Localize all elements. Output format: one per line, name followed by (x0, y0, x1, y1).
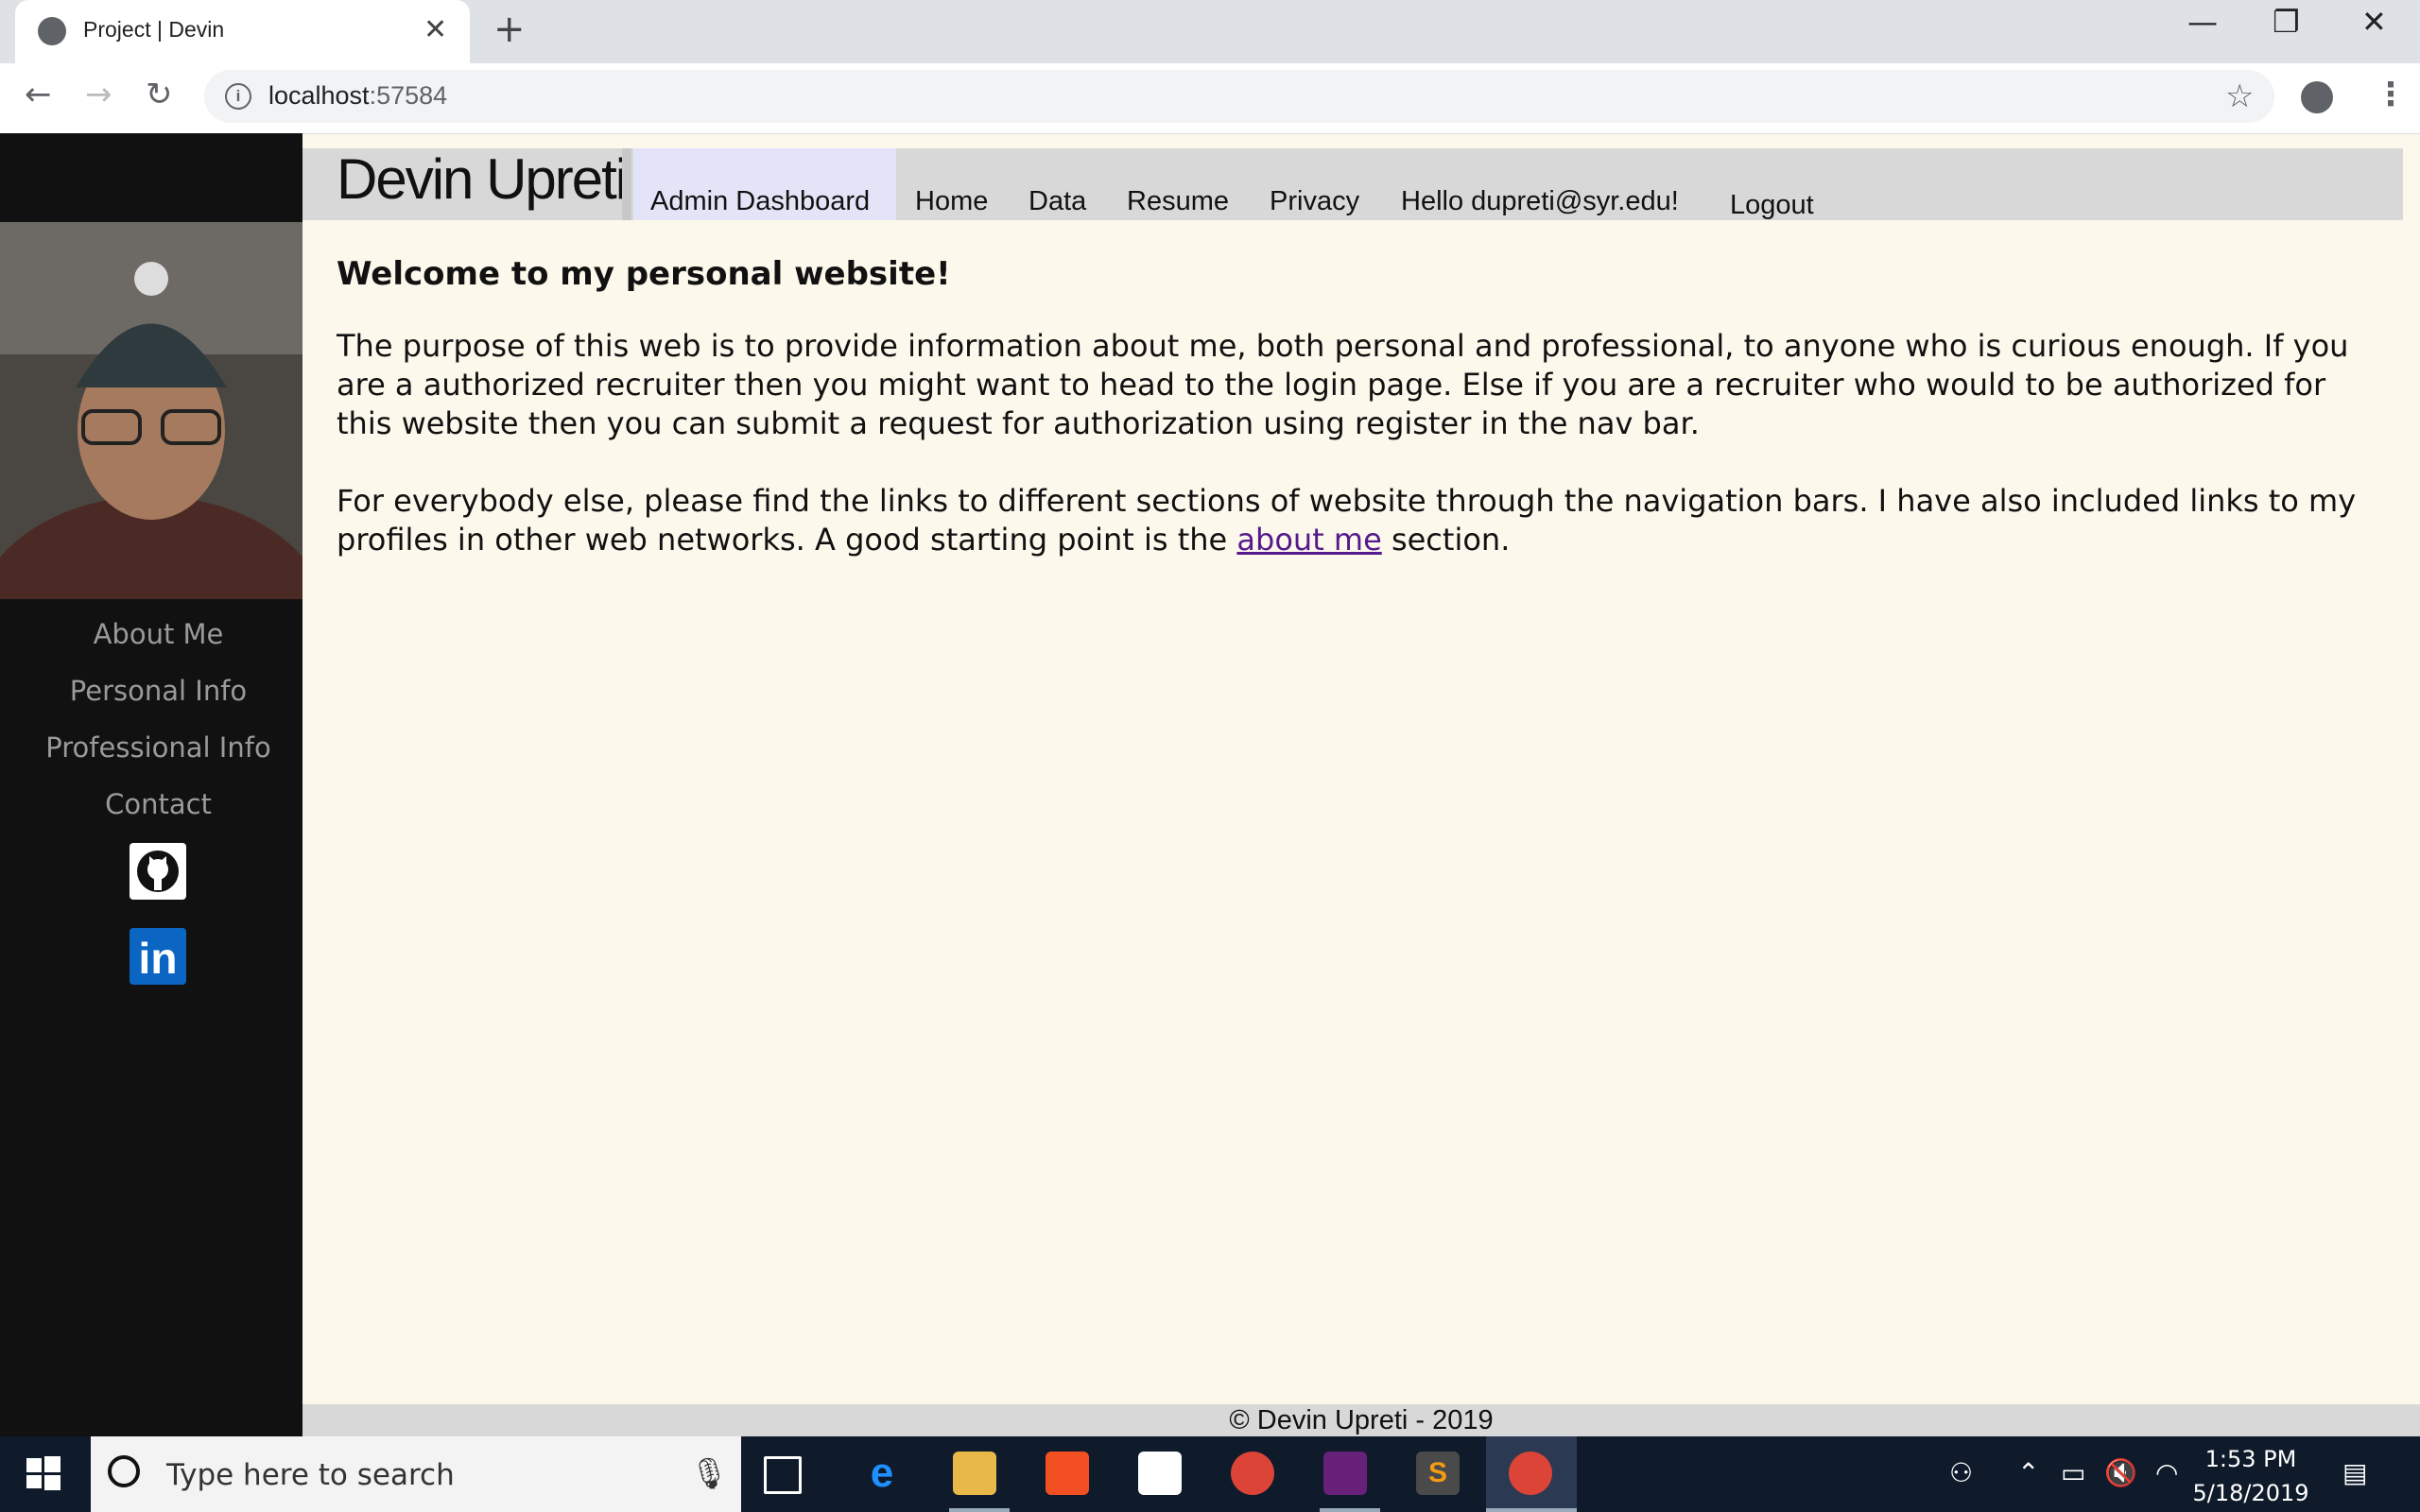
nav-resume[interactable]: Resume (1127, 186, 1229, 217)
volume-muted-icon[interactable]: 🔇 (2104, 1457, 2137, 1488)
nav-home[interactable]: Home (915, 186, 988, 217)
navigation-paragraph: For everybody else, please find the link… (337, 482, 2369, 559)
profile-photo (0, 222, 302, 599)
active-app-indicator (949, 1508, 1010, 1512)
nav-data[interactable]: Data (1028, 186, 1086, 217)
url-port: :57584 (369, 81, 448, 110)
profile-icon[interactable] (2301, 81, 2333, 113)
linkedin-icon[interactable]: in (130, 928, 186, 985)
battery-icon[interactable]: ▭ (2061, 1457, 2085, 1488)
windows-start-icon[interactable] (26, 1456, 60, 1490)
wifi-icon[interactable]: ◠ (2155, 1457, 2178, 1488)
chrome-icon[interactable] (1231, 1452, 1274, 1495)
bookmark-star-icon[interactable]: ☆ (2225, 77, 2254, 115)
tab-title: Project | Devin (83, 17, 225, 42)
address-bar[interactable] (204, 70, 2274, 123)
reload-button[interactable]: ↻ (146, 76, 173, 113)
restore-button[interactable]: ❐ (2273, 4, 2300, 40)
close-tab-icon[interactable]: ✕ (424, 13, 447, 46)
site-brand[interactable]: Devin Upreti (337, 146, 628, 212)
clock-date: 5/18/2019 (2192, 1480, 2309, 1506)
site-footer: © Devin Upreti - 2019 (302, 1404, 2420, 1436)
sidebar-link-about-me[interactable]: About Me (0, 618, 317, 650)
menu-icon[interactable]: ⋮ (2375, 76, 2407, 113)
notifications-icon[interactable]: ▤ (2342, 1457, 2367, 1488)
people-icon[interactable]: ⚇ (1949, 1457, 1973, 1488)
info-icon[interactable]: i (225, 83, 251, 110)
new-tab-button[interactable]: + (493, 8, 526, 51)
github-icon[interactable] (130, 843, 186, 900)
nav-admin-dashboard[interactable]: Admin Dashboard (650, 186, 870, 217)
mail-icon[interactable] (1138, 1452, 1182, 1495)
nav-logout[interactable]: Logout (1730, 190, 1814, 221)
sublime-icon[interactable]: S (1416, 1452, 1460, 1495)
intro-paragraph: The purpose of this web is to provide in… (337, 328, 2349, 441)
microphone-icon[interactable]: 🎙 (690, 1455, 729, 1491)
clock-time: 1:53 PM (2204, 1446, 2297, 1472)
chrome-icon[interactable] (1509, 1452, 1552, 1495)
taskbar-search-placeholder: Type here to search (166, 1458, 455, 1492)
sidebar-link-contact[interactable]: Contact (0, 788, 317, 820)
nav-hello-user[interactable]: Hello dupreti@syr.edu! (1401, 186, 1679, 217)
close-window-button[interactable]: ✕ (2361, 4, 2387, 40)
minimize-button[interactable]: — (2187, 4, 2218, 40)
taskbar-clock[interactable]: 1:53 PM 5/18/2019 (2189, 1442, 2312, 1510)
file-explorer-icon[interactable] (953, 1452, 996, 1495)
sidebar-link-professional-info[interactable]: Professional Info (0, 731, 317, 764)
url-host: localhost (268, 81, 370, 110)
visual-studio-icon[interactable] (1323, 1452, 1367, 1495)
sidebar-link-personal-info[interactable]: Personal Info (0, 675, 317, 707)
back-button[interactable]: ← (25, 76, 52, 113)
chevron-up-icon[interactable]: ⌃ (2017, 1457, 2039, 1488)
task-view-icon[interactable] (764, 1456, 802, 1494)
cortana-icon (108, 1455, 140, 1487)
page-heading: Welcome to my personal website! (337, 255, 951, 293)
active-app-indicator (1320, 1508, 1380, 1512)
globe-icon (38, 17, 66, 45)
paragraph-text-end: section. (1381, 522, 1511, 558)
forward-button[interactable]: → (85, 76, 112, 113)
store-icon[interactable] (1046, 1452, 1089, 1495)
nav-privacy[interactable]: Privacy (1270, 186, 1359, 217)
nav-divider (622, 148, 631, 220)
about-me-link[interactable]: about me (1236, 522, 1381, 558)
edge-icon[interactable]: e (860, 1452, 904, 1495)
url-text[interactable]: localhost:57584 (268, 81, 447, 111)
active-app-indicator (1486, 1508, 1577, 1512)
